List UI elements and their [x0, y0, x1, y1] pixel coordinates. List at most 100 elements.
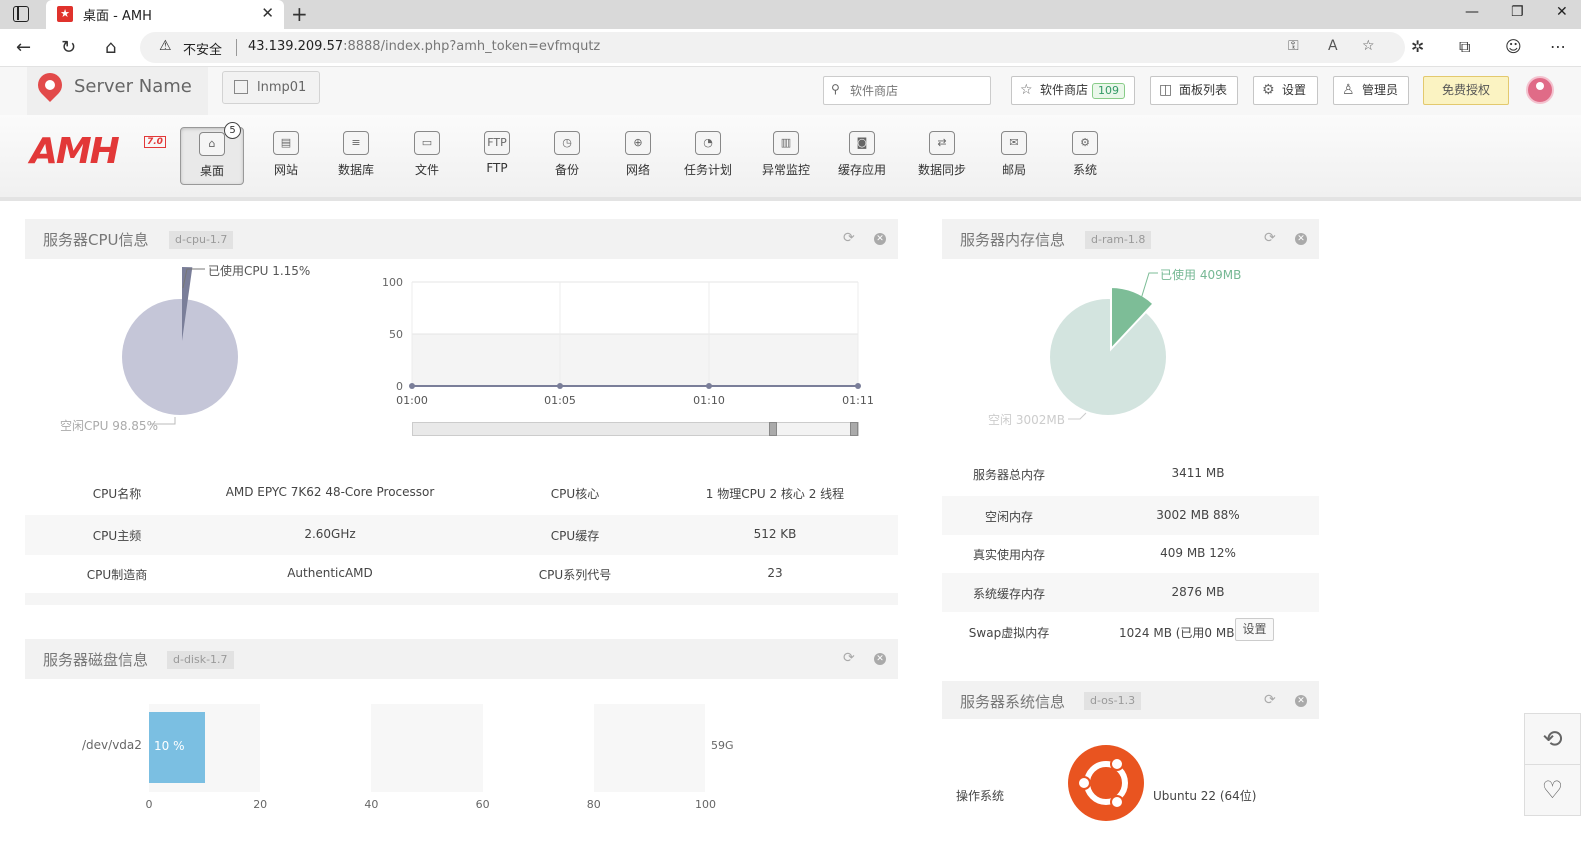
menu-label: 网站	[273, 163, 298, 177]
main-menu: AMH 7.0 ⌂ 桌面 5 ▤ 网站 ≡ 数据库 ▭ 文件 FTP FTP ◷ 备份 ⊕ 网络 ◔ 任务计划 ▥ 异…	[0, 115, 1581, 201]
tab-title: 桌面 - AMH	[83, 9, 152, 24]
browser-tab[interactable]: ★ 桌面 - AMH ✕	[46, 0, 284, 29]
os-value: Ubuntu 22 (64位)	[1153, 789, 1257, 803]
extensions-icon[interactable]: ✲	[1411, 37, 1424, 56]
heart-icon[interactable]: ♡	[1524, 764, 1581, 816]
refresh-icon[interactable]: ↻	[61, 37, 76, 58]
star-icon: ☆	[1020, 82, 1033, 98]
slider-handle-right[interactable]	[850, 422, 858, 436]
cpu-info-row: CPU主频 2.60GHz CPU缓存 512 KB	[25, 515, 898, 555]
refresh-icon[interactable]: ⟳	[1264, 692, 1276, 708]
y-tick-label: 50	[389, 328, 403, 341]
cpu-info-value: 2.60GHz	[304, 527, 356, 541]
insecure-label: 不安全	[183, 43, 223, 58]
ram-info-row: 真实使用内存 409 MB 12%	[942, 534, 1319, 573]
disk-percent-label: 10 %	[154, 739, 185, 753]
slider-handle-left[interactable]	[769, 422, 777, 436]
menu-item-1[interactable]: ▤ 网站	[254, 127, 318, 185]
cpu-data-point	[855, 383, 861, 389]
profile-icon[interactable]: ☺	[1505, 37, 1522, 56]
time-range-slider[interactable]	[412, 422, 859, 436]
favorite-icon[interactable]: ☆	[1362, 38, 1375, 54]
ram-panel-header: 服务器内存信息 d-ram-1.8 ⟳ ✕	[942, 219, 1319, 259]
tab-actions-icon[interactable]	[13, 6, 29, 22]
disk-x-tick: 60	[475, 798, 490, 811]
refresh-icon[interactable]: ⟳	[843, 230, 855, 246]
menu-item-8[interactable]: ▥ 异常监控	[754, 127, 818, 185]
restore-icon[interactable]: ❐	[1511, 4, 1524, 20]
menu-item-2[interactable]: ≡ 数据库	[324, 127, 388, 185]
license-button[interactable]: 免费授权	[1423, 76, 1509, 105]
refresh-icon[interactable]: ⟳	[1264, 230, 1276, 246]
menu-item-5[interactable]: ◷ 备份	[535, 127, 599, 185]
search-input[interactable]	[850, 81, 985, 101]
menu-item-12[interactable]: ⚙ 系统	[1053, 127, 1117, 185]
cpu-panel: 服务器CPU信息 d-cpu-1.7 ⟳ ✕ 100 50 0 01:00 01:05 0…	[25, 219, 898, 605]
ram-info-row: 服务器总内存 3411 MB	[942, 454, 1319, 493]
collections-icon[interactable]: ⧉	[1459, 37, 1470, 57]
favicon-icon: ★	[57, 6, 73, 22]
url-field[interactable]: ⚠ 不安全 43.139.209.57:8888/index.php?amh_t…	[140, 32, 1405, 63]
menu-item-11[interactable]: ✉ 邮局	[982, 127, 1046, 185]
disk-panel-tag: d-disk-1.7	[167, 651, 234, 669]
close-window-icon[interactable]: ✕	[1556, 4, 1568, 20]
menu-label: 系统	[1072, 163, 1097, 177]
cpu-info-value: AuthenticAMD	[287, 566, 373, 580]
menu-item-10[interactable]: ⇄ 数据同步	[910, 127, 974, 185]
back-icon[interactable]: ←	[16, 37, 31, 58]
read-aloud-icon[interactable]: A	[1328, 38, 1338, 54]
cpu-info-key: CPU缓存	[550, 529, 600, 543]
menu-item-7[interactable]: ◔ 任务计划	[676, 127, 740, 185]
store-label: 软件商店	[1040, 83, 1089, 97]
clock-icon: ◔	[695, 131, 721, 155]
disk-x-tick: 80	[586, 798, 601, 811]
menu-label: 桌面	[199, 164, 224, 178]
disk-x-tick: 100	[695, 798, 716, 811]
ram-panel-title: 服务器内存信息	[960, 231, 1066, 249]
panels-button[interactable]: ◫ 面板列表	[1150, 76, 1238, 105]
refresh-side-icon[interactable]: ⟲	[1524, 713, 1581, 765]
new-tab-icon[interactable]: +	[291, 2, 308, 26]
cpu-used-label: 已使用CPU 1.15%	[208, 264, 311, 278]
home-nav-icon[interactable]: ⌂	[105, 37, 116, 58]
backup-icon: ◷	[554, 131, 580, 155]
settings-button[interactable]: ⚙ 设置	[1253, 76, 1318, 105]
ram-idle-label: 空闲 3002MB	[988, 413, 1065, 427]
ram-info-key: 空闲内存	[984, 510, 1033, 524]
y-tick-label: 100	[382, 276, 403, 289]
menu-item-3[interactable]: ▭ 文件	[395, 127, 459, 185]
close-icon[interactable]: ✕	[1295, 233, 1307, 245]
avatar[interactable]	[1526, 76, 1554, 104]
more-icon[interactable]: ⋯	[1550, 37, 1566, 56]
environment-button[interactable]: lnmp01	[222, 71, 320, 104]
menu-item-6[interactable]: ⊕ 网络	[606, 127, 670, 185]
cpu-data-point	[409, 383, 415, 389]
sync-icon: ⇄	[929, 131, 955, 155]
y-tick-label: 0	[396, 380, 403, 393]
close-icon[interactable]: ✕	[874, 653, 886, 665]
ram-info-value: 1024 MB (已用0 MB)	[1119, 626, 1240, 640]
disk-panel: 服务器磁盘信息 d-disk-1.7 ⟳ ✕ /dev/vda2 10 % 59…	[25, 639, 898, 851]
ram-info-value: 409 MB 12%	[1160, 546, 1236, 560]
close-icon[interactable]: ✕	[1295, 695, 1307, 707]
server-name: Server Name	[74, 76, 192, 97]
ftp-icon: FTP	[484, 131, 510, 155]
cpu-panel-header: 服务器CPU信息 d-cpu-1.7 ⟳ ✕	[25, 219, 898, 259]
close-icon[interactable]: ✕	[874, 233, 886, 245]
close-tab-icon[interactable]: ✕	[261, 4, 274, 22]
minimize-icon[interactable]: —	[1465, 4, 1479, 20]
menu-item-0[interactable]: ⌂ 桌面 5	[180, 122, 244, 185]
key-icon[interactable]: ⚿	[1288, 38, 1299, 54]
menu-item-4[interactable]: FTP FTP	[465, 127, 529, 185]
disk-panel-header: 服务器磁盘信息 d-disk-1.7 ⟳ ✕	[25, 639, 898, 679]
store-button[interactable]: ☆ 软件商店 109	[1011, 76, 1135, 105]
menu-item-9[interactable]: ◙ 缓存应用	[830, 127, 894, 185]
swap-settings-button[interactable]: 设置	[1235, 618, 1274, 641]
cpu-data-point	[557, 383, 563, 389]
search-box[interactable]: ⚲	[823, 76, 991, 105]
refresh-icon[interactable]: ⟳	[843, 650, 855, 666]
cpu-info-key: CPU系列代号	[538, 568, 612, 582]
ram-idle-leader-line	[1068, 412, 1087, 420]
ram-info-row: 空闲内存 3002 MB 88%	[942, 496, 1319, 535]
admin-button[interactable]: ♙ 管理员	[1333, 76, 1409, 105]
